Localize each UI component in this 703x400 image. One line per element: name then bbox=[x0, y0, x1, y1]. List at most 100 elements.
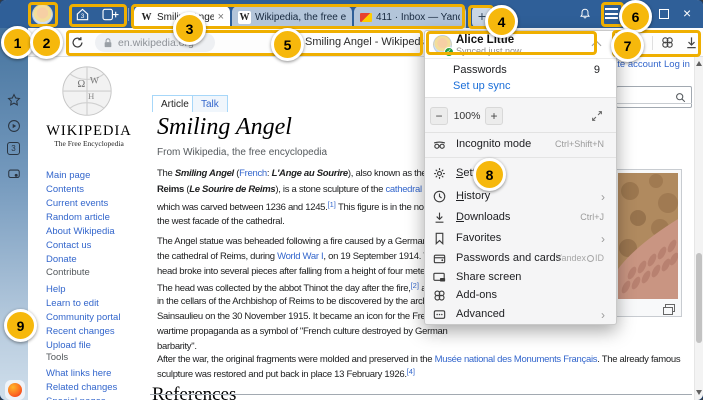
collections-play-icon[interactable] bbox=[7, 119, 21, 133]
scrollbar-track[interactable] bbox=[694, 57, 703, 400]
wikipedia-globe-logo[interactable]: Ω W H bbox=[58, 64, 116, 122]
menu-item-settings[interactable]: Settings bbox=[425, 166, 616, 182]
wikipedia-tagline: The Free Encyclopedia bbox=[28, 139, 150, 148]
chevron-right-icon: › bbox=[601, 190, 605, 204]
wiki-link-what-links-here[interactable]: What links here bbox=[46, 367, 117, 381]
tab-wikipedia-main[interactable]: W Wikipedia, the free encyclopedia bbox=[232, 6, 352, 28]
downloads-icon[interactable] bbox=[684, 35, 699, 50]
annotation-badge-7: 7 bbox=[611, 29, 644, 62]
menu-item-favorites[interactable]: Favorites › bbox=[425, 231, 616, 247]
article-line: After the war, the original fragments we… bbox=[157, 354, 693, 367]
wallet-icon bbox=[432, 251, 447, 266]
page-title-text: Smiling Angel - Wikipedia bbox=[305, 36, 429, 48]
chevron-up-icon[interactable] bbox=[592, 41, 602, 51]
wiki-link-current-events[interactable]: Current events bbox=[46, 197, 115, 211]
scrollbar-thumb[interactable] bbox=[696, 253, 702, 343]
menu-item-label: Advanced bbox=[456, 308, 505, 320]
wiki-link-related-changes[interactable]: Related changes bbox=[46, 381, 117, 395]
tab-counter-icon[interactable]: 3 bbox=[7, 142, 20, 155]
sync-check-icon: ✓ bbox=[444, 47, 454, 57]
fullscreen-icon[interactable] bbox=[590, 109, 604, 123]
screen-cast-icon[interactable] bbox=[7, 167, 21, 181]
wiki-link-community-portal[interactable]: Community portal bbox=[46, 311, 120, 325]
notifications-bell-icon[interactable] bbox=[578, 7, 592, 21]
wiki-link-learn-to-edit[interactable]: Learn to edit bbox=[46, 297, 120, 311]
menu-item-incognito[interactable]: Incognito mode Ctrl+Shift+N bbox=[425, 137, 616, 153]
annotation-badge-2: 2 bbox=[30, 26, 63, 59]
wiki-search-input[interactable] bbox=[616, 86, 692, 108]
menu-sync-card: Passwords 9 Set up sync bbox=[425, 58, 616, 98]
menu-item-label: Share screen bbox=[456, 271, 521, 283]
login-link[interactable]: Log in bbox=[664, 59, 690, 70]
menu-shortcut: Ctrl+Shift+N bbox=[555, 139, 604, 149]
wiki-link-about[interactable]: About Wikipedia bbox=[46, 225, 115, 239]
chevron-right-icon: › bbox=[601, 308, 605, 322]
divider bbox=[425, 132, 616, 133]
wikipedia-wordmark: WIKIPEDIA bbox=[28, 123, 150, 140]
menu-shortcut: Ctrl+J bbox=[580, 212, 604, 222]
wiki-link-recent-changes[interactable]: Recent changes bbox=[46, 325, 120, 339]
menu-item-share-screen[interactable]: Share screen bbox=[425, 270, 616, 286]
passwords-label[interactable]: Passwords bbox=[453, 64, 507, 76]
menu-item-history[interactable]: History › bbox=[425, 189, 616, 205]
tab-yandex-mail[interactable]: 411 · Inbox — Yandex Mail bbox=[354, 6, 466, 28]
home-button[interactable]: 3 bbox=[75, 7, 90, 22]
annotation-badge-5: 5 bbox=[271, 28, 304, 61]
close-button[interactable]: × bbox=[683, 5, 691, 21]
yandex-browser-logo[interactable] bbox=[5, 380, 25, 400]
wiki-tools-list: What links here Related changes Special … bbox=[46, 367, 117, 400]
annotation-badge-6: 6 bbox=[619, 0, 652, 33]
set-up-sync-link[interactable]: Set up sync bbox=[453, 80, 510, 92]
extensions-clover-icon[interactable] bbox=[660, 35, 675, 50]
zoom-out-button[interactable]: − bbox=[430, 107, 448, 125]
wiki-link-contents[interactable]: Contents bbox=[46, 183, 115, 197]
menu-item-label: Add-ons bbox=[456, 289, 497, 301]
menu-item-advanced[interactable]: Advanced › bbox=[425, 307, 616, 323]
screen-share-icon bbox=[432, 270, 447, 285]
sync-status: Synced just now bbox=[456, 46, 522, 56]
tab-title: Wikipedia, the free encyclopedia bbox=[255, 12, 346, 23]
zoom-in-button[interactable]: + bbox=[485, 107, 503, 125]
hamburger-menu-icon[interactable] bbox=[605, 8, 618, 19]
create-account-link[interactable]: ate account bbox=[612, 59, 661, 70]
svg-text:W: W bbox=[90, 75, 100, 86]
wiki-link-special-pages[interactable]: Special pages bbox=[46, 395, 117, 400]
wiki-side-panel: Ω W H WIKIPEDIA The Free Encyclopedia Ma… bbox=[28, 57, 150, 400]
profile-avatar[interactable] bbox=[32, 4, 53, 25]
wiki-link-random-article[interactable]: Random article bbox=[46, 211, 115, 225]
smiling-angel-image bbox=[618, 173, 678, 299]
menu-item-addons[interactable]: Add-ons bbox=[425, 288, 616, 304]
divider bbox=[425, 157, 616, 158]
wikipedia-favicon: W bbox=[140, 11, 153, 24]
scroll-up-arrow[interactable] bbox=[696, 61, 702, 66]
image-expand-icon[interactable] bbox=[665, 304, 675, 312]
wiki-link-help[interactable]: Help bbox=[46, 283, 120, 297]
wiki-link-main-page[interactable]: Main page bbox=[46, 169, 115, 183]
menu-item-label: Incognito mode bbox=[456, 138, 531, 150]
menu-item-downloads[interactable]: Downloads Ctrl+J bbox=[425, 210, 616, 226]
article-line: barbarity". bbox=[157, 341, 607, 354]
annotation-badge-9: 9 bbox=[4, 309, 37, 342]
favorites-star-icon[interactable] bbox=[7, 93, 21, 107]
maximize-button[interactable] bbox=[659, 9, 669, 19]
reload-icon[interactable] bbox=[70, 35, 85, 50]
wiki-contribute-header: Contribute bbox=[46, 266, 90, 280]
tab-close-icon[interactable]: × bbox=[218, 11, 224, 23]
tab-title: 411 · Inbox — Yandex Mail bbox=[376, 12, 460, 23]
svg-text:H: H bbox=[88, 91, 95, 101]
wiki-link-donate[interactable]: Donate bbox=[46, 253, 115, 267]
menu-item-label: Passwords and cards bbox=[456, 252, 561, 264]
new-window-icon[interactable] bbox=[102, 7, 120, 22]
menu-item-passwords-cards[interactable]: Passwords and cards YandexID bbox=[425, 251, 616, 267]
tab-article[interactable]: Article bbox=[152, 95, 198, 112]
tab-talk[interactable]: Talk bbox=[192, 95, 228, 112]
yandex-id-badge: YandexID bbox=[556, 253, 604, 263]
article-image-frame[interactable] bbox=[614, 169, 682, 317]
menu-profile-row[interactable]: ✓ Alice Little Synced just now bbox=[425, 31, 616, 58]
browser-sidebar: 3 + bbox=[0, 28, 28, 400]
yandex-logo-ball bbox=[8, 383, 22, 397]
gear-icon bbox=[432, 166, 447, 181]
scroll-down-arrow[interactable] bbox=[696, 390, 702, 395]
annotation-badge-4: 4 bbox=[485, 5, 518, 38]
wiki-link-contact[interactable]: Contact us bbox=[46, 239, 115, 253]
